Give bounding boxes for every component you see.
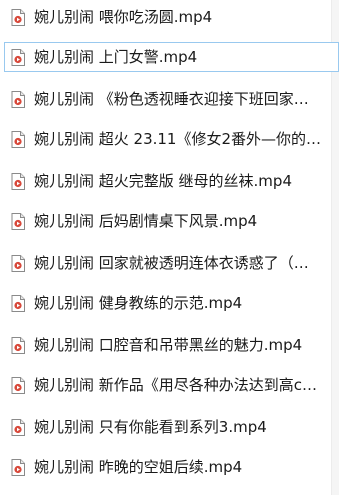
video-file-icon bbox=[11, 212, 25, 230]
video-file-icon bbox=[11, 172, 25, 190]
file-name: 婉儿别闹 回家就被透明连体衣诱惑了（… bbox=[34, 254, 309, 272]
file-row[interactable]: 婉儿别闹 昨晚的空姐后续.mp4 bbox=[4, 452, 339, 482]
video-file-icon bbox=[11, 254, 25, 272]
file-row[interactable]: 婉儿别闹 新作品《用尽各种办法达到高c… bbox=[4, 370, 339, 400]
file-row[interactable]: 婉儿别闹 口腔音和吊带黑丝的魅力.mp4 bbox=[4, 330, 339, 360]
file-row[interactable]: 婉儿别闹 喂你吃汤圆.mp4 bbox=[4, 2, 339, 32]
file-list: 婉儿别闹 喂你吃汤圆.mp4 婉儿别闹 上门女警.mp4 婉儿别闹 《粉色透视睡… bbox=[0, 0, 339, 495]
file-row[interactable]: 婉儿别闹 只有你能看到系列3.mp4 bbox=[4, 412, 339, 442]
video-file-icon bbox=[11, 418, 25, 436]
file-row[interactable]: 婉儿别闹 后妈剧情桌下风景.mp4 bbox=[4, 206, 339, 236]
video-file-icon bbox=[11, 294, 25, 312]
video-file-icon bbox=[11, 376, 25, 394]
file-name: 婉儿别闹 新作品《用尽各种办法达到高c… bbox=[34, 376, 318, 394]
file-name: 婉儿别闹 超火 23.11《修女2番外—你的… bbox=[34, 130, 322, 148]
video-file-icon bbox=[11, 458, 25, 476]
file-name: 婉儿别闹 喂你吃汤圆.mp4 bbox=[34, 8, 213, 26]
video-file-icon bbox=[11, 48, 25, 66]
video-file-icon bbox=[11, 8, 25, 26]
file-row[interactable]: 婉儿别闹 健身教练的示范.mp4 bbox=[4, 288, 339, 318]
video-file-icon bbox=[11, 90, 25, 108]
file-row[interactable]: 婉儿别闹 《粉色透视睡衣迎接下班回家… bbox=[4, 84, 339, 114]
file-name: 婉儿别闹 健身教练的示范.mp4 bbox=[34, 294, 243, 312]
file-name: 婉儿别闹 后妈剧情桌下风景.mp4 bbox=[34, 212, 258, 230]
file-name: 婉儿别闹 口腔音和吊带黑丝的魅力.mp4 bbox=[34, 336, 303, 354]
video-file-icon bbox=[11, 130, 25, 148]
file-name: 婉儿别闹 超火完整版 继母的丝袜.mp4 bbox=[34, 172, 292, 190]
file-name: 婉儿别闹 只有你能看到系列3.mp4 bbox=[34, 418, 267, 436]
file-name: 婉儿别闹 上门女警.mp4 bbox=[34, 48, 198, 66]
file-row-selected[interactable]: 婉儿别闹 上门女警.mp4 bbox=[4, 42, 339, 72]
file-name: 婉儿别闹 昨晚的空姐后续.mp4 bbox=[34, 458, 243, 476]
file-row[interactable]: 婉儿别闹 回家就被透明连体衣诱惑了（… bbox=[4, 248, 339, 278]
video-file-icon bbox=[11, 336, 25, 354]
file-name: 婉儿别闹 《粉色透视睡衣迎接下班回家… bbox=[34, 90, 309, 108]
file-row[interactable]: 婉儿别闹 超火完整版 继母的丝袜.mp4 bbox=[4, 166, 339, 196]
file-row[interactable]: 婉儿别闹 超火 23.11《修女2番外—你的… bbox=[4, 124, 339, 154]
